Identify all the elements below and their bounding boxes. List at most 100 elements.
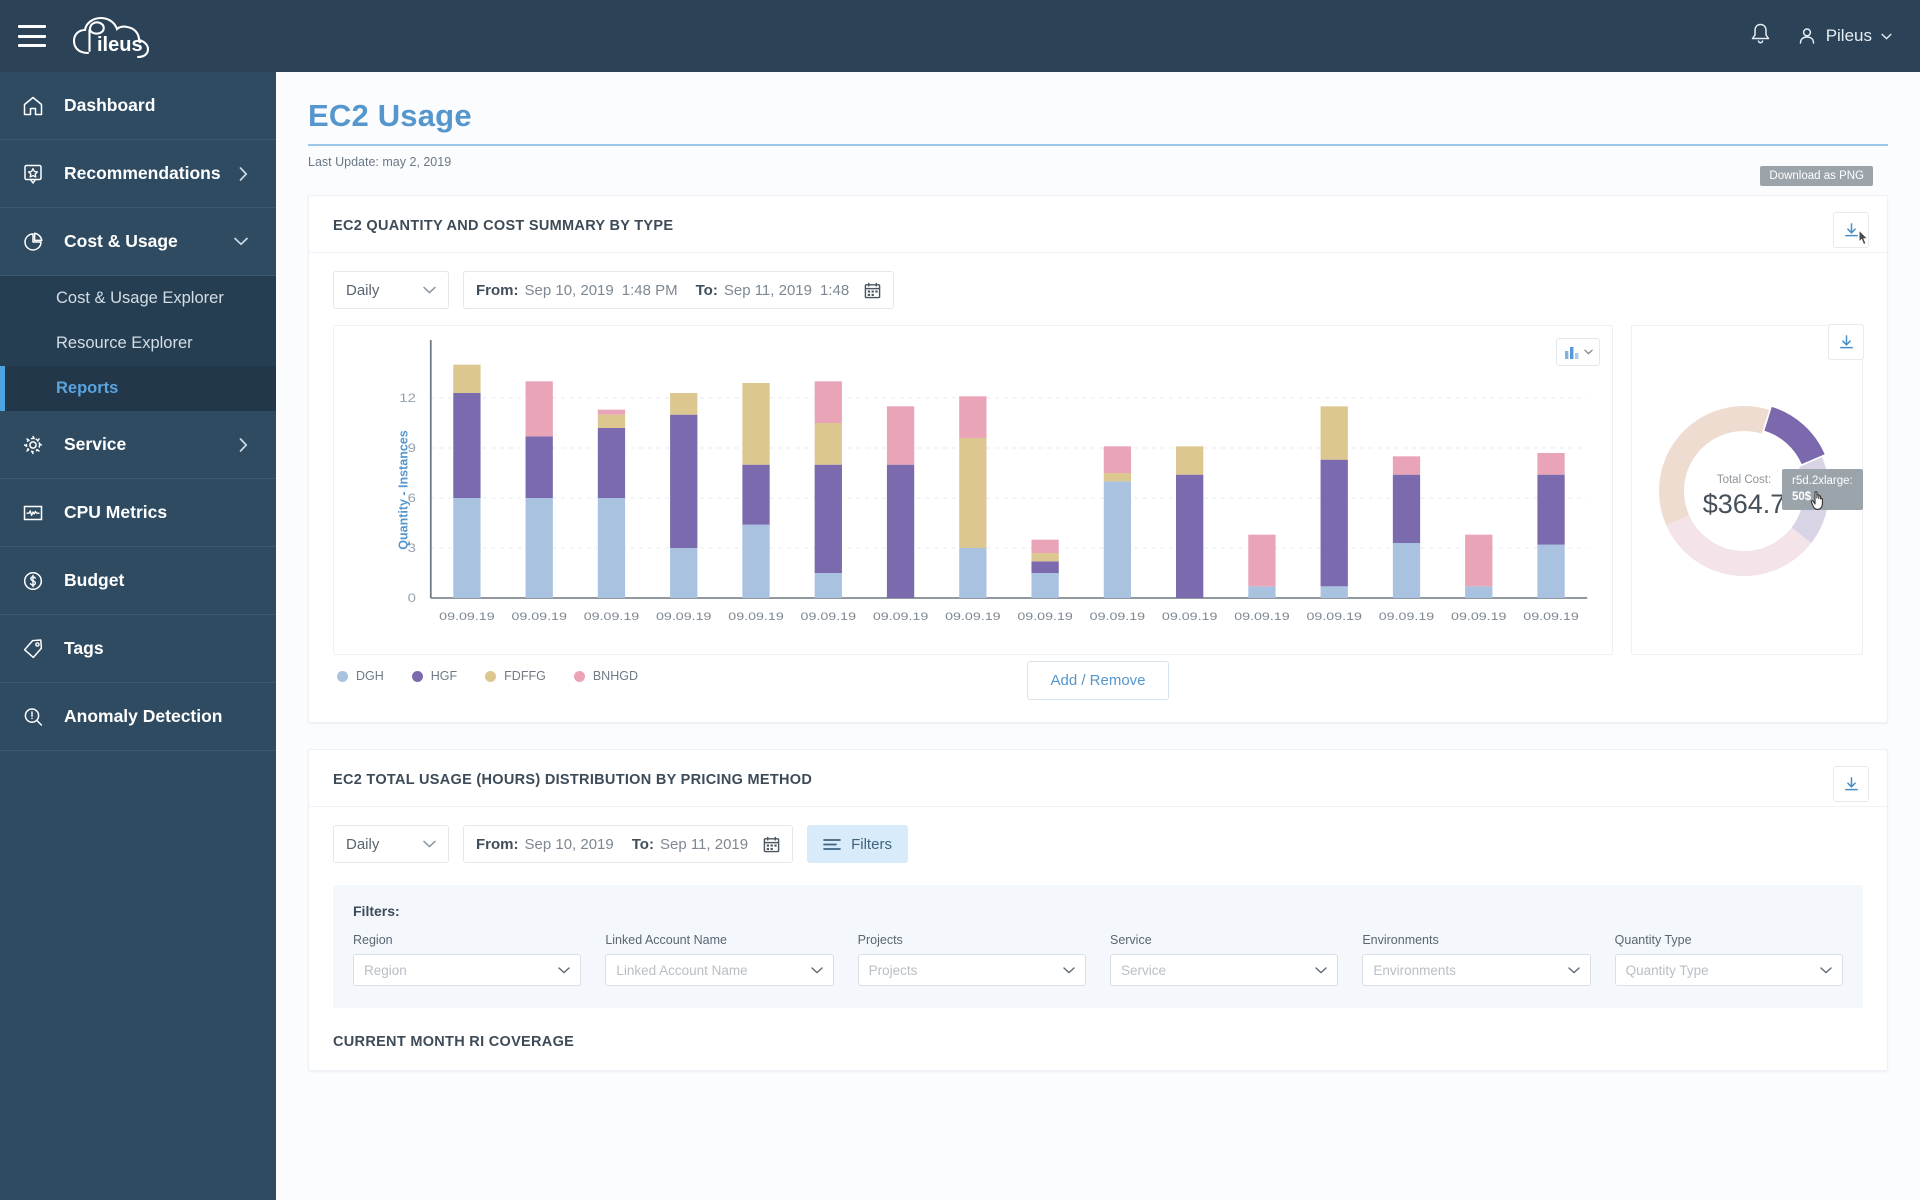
chevron-down-icon [1881, 33, 1892, 40]
calendar-icon[interactable] [763, 836, 780, 853]
donut-download-button[interactable] [1828, 324, 1864, 360]
filter-label: Projects [857, 933, 903, 947]
filter-select[interactable]: Region [353, 954, 582, 986]
download-icon [1839, 334, 1853, 348]
download-button[interactable] [1833, 212, 1869, 248]
granularity-select[interactable]: Daily [333, 271, 449, 309]
svg-text:09.09.19: 09.09.19 [1162, 609, 1217, 622]
sidebar-item-label: Recommendations [64, 163, 221, 183]
legend-item-bnhgd[interactable]: BNHGD [573, 669, 638, 683]
filter-select[interactable]: Projects [857, 954, 1086, 986]
sidebar-item-cost-and-usage[interactable]: Cost & Usage [0, 208, 276, 276]
from-value: Sep 10, 2019 [524, 281, 614, 299]
filter-select[interactable]: Linked Account Name [605, 954, 834, 986]
last-update-label: Last Update: may 2, 2019 [308, 155, 452, 169]
filter-quantity-type: Quantity Type Quantity Type [1614, 933, 1843, 986]
filter-linked-account-name: Linked Account Name Linked Account Name [605, 933, 834, 986]
card-title: EC2 QUANTITY AND COST SUMMARY BY TYPE [333, 218, 674, 234]
stacked-bar-chart[interactable]: Quantity - Instances 0 3 6 9 12 09.09.19 09.09… [333, 325, 1613, 655]
legend-item-dgh[interactable]: DGH [337, 669, 384, 683]
sidebar-item-tags[interactable]: Tags [0, 615, 276, 683]
page-header: EC2 Usage Last Update: may 2, 2019 [276, 72, 1920, 169]
card1-toolbar: Daily From: Sep 10, 2019 1:48 PM To: Sep… [309, 253, 1887, 315]
app-logo[interactable]: ileus [68, 0, 154, 72]
calendar-icon[interactable] [864, 282, 881, 299]
svg-text:09.09.19: 09.09.19 [1090, 609, 1145, 622]
filter-environments: Environments Environments [1362, 933, 1591, 986]
user-icon [1799, 28, 1814, 44]
filter-region: Region Region [353, 933, 582, 986]
from-time: 1:48 PM [621, 281, 678, 299]
filter-select[interactable]: Service [1109, 954, 1339, 986]
sidebar-item-service[interactable]: Service [0, 411, 276, 479]
date-range-picker[interactable]: From: Sep 10, 2019 To: Sep 11, 2019 [463, 825, 794, 863]
granularity-select[interactable]: Daily [333, 825, 449, 863]
download-icon [1844, 776, 1858, 790]
filter-label: Environments [1362, 933, 1439, 947]
svg-text:09.09.19: 09.09.19 [656, 609, 711, 622]
hamburger-icon[interactable] [18, 25, 46, 47]
sidebar-item-budget[interactable]: Budget [0, 547, 276, 615]
notification-bell-icon[interactable] [1750, 22, 1771, 50]
legend-label: DGH [356, 669, 384, 683]
svg-text:09.09.19: 09.09.19 [511, 609, 566, 622]
filter-placeholder: Quantity Type [1625, 962, 1709, 978]
add-remove-button[interactable]: Add / Remove [1027, 661, 1169, 700]
top-bar: ileus Pileus [0, 0, 1920, 72]
sidebar-item-dashboard[interactable]: Dashboard [0, 72, 276, 140]
ri-coverage-section-header: CURRENT MONTH RI COVERAGE [309, 1008, 1887, 1070]
bar-chart-canvas: 03691209.09.19 09.09.19 09.09.19 09.09.19 09… [399, 340, 1588, 623]
svg-text:0: 0 [408, 591, 416, 604]
legend-swatch [337, 670, 348, 682]
sidebar-item-cost-usage-explorer[interactable]: Cost & Usage Explorer [0, 276, 276, 321]
chevron-down-icon [1567, 966, 1580, 974]
sidebar-subitem-label: Resource Explorer [56, 334, 193, 352]
tag-icon [16, 632, 50, 666]
svg-text:09.09.19: 09.09.19 [1234, 609, 1289, 622]
legend-item-hgf[interactable]: HGF [411, 669, 457, 683]
dollar-circle-icon [16, 564, 50, 598]
filter-placeholder: Service [1120, 962, 1166, 978]
legend-swatch [411, 670, 423, 682]
page-title: EC2 Usage [308, 98, 472, 133]
sidebar-item-label: Cost & Usage [64, 231, 178, 251]
sidebar-item-anomaly-detection[interactable]: Anomaly Detection [0, 683, 276, 751]
download-icon [1844, 222, 1858, 236]
filter-lines-icon [823, 838, 841, 850]
granularity-value: Daily [346, 281, 380, 299]
filter-select[interactable]: Quantity Type [1614, 954, 1843, 986]
monitor-pulse-icon [16, 496, 50, 530]
chevron-right-icon [239, 437, 248, 452]
sidebar-item-label: Tags [64, 638, 104, 658]
download-button[interactable] [1833, 766, 1869, 802]
title-divider [308, 144, 1888, 146]
user-menu[interactable]: Pileus [1797, 26, 1892, 46]
app-root: ileus Pileus Dashboard Recommendations C… [0, 0, 1920, 1200]
svg-text:09.09.19: 09.09.19 [728, 609, 783, 622]
sidebar-item-recommendations[interactable]: Recommendations [0, 140, 276, 208]
chart-type-toggle[interactable] [1556, 338, 1600, 366]
donut-center-value: $364.7 [1703, 489, 1786, 519]
donut-chart-panel[interactable]: Total Cost: $364.7 r5d.2xlarge: 50$ [1631, 324, 1864, 655]
filters-button[interactable]: Filters [807, 825, 908, 863]
legend-label: BNHGD [592, 669, 638, 683]
to-value: Sep 11, 2019 [723, 281, 812, 299]
to-label: To: [695, 281, 718, 299]
sidebar-item-cpu-metrics[interactable]: CPU Metrics [0, 479, 276, 547]
filter-select[interactable]: Environments [1362, 954, 1591, 986]
badge-star-icon [16, 157, 50, 191]
chevron-down-icon [810, 966, 823, 974]
chevron-down-icon [1583, 349, 1593, 355]
top-bar-actions: Pileus [1750, 22, 1920, 50]
sidebar-item-resource-explorer[interactable]: Resource Explorer [0, 321, 276, 366]
chevron-down-icon [234, 237, 248, 246]
donut-slice[interactable] [1666, 515, 1812, 576]
sidebar-item-reports[interactable]: Reports [0, 366, 276, 411]
donut-slice[interactable] [1764, 406, 1825, 465]
user-name-label: Pileus [1825, 26, 1872, 45]
filter-placeholder: Projects [868, 962, 918, 978]
sidebar-item-label: Anomaly Detection [64, 706, 223, 726]
from-label: From: [476, 281, 519, 299]
date-range-picker[interactable]: From: Sep 10, 2019 1:48 PM To: Sep 11, 2… [463, 271, 895, 309]
legend-item-fdffg[interactable]: FDFFG [485, 669, 546, 683]
